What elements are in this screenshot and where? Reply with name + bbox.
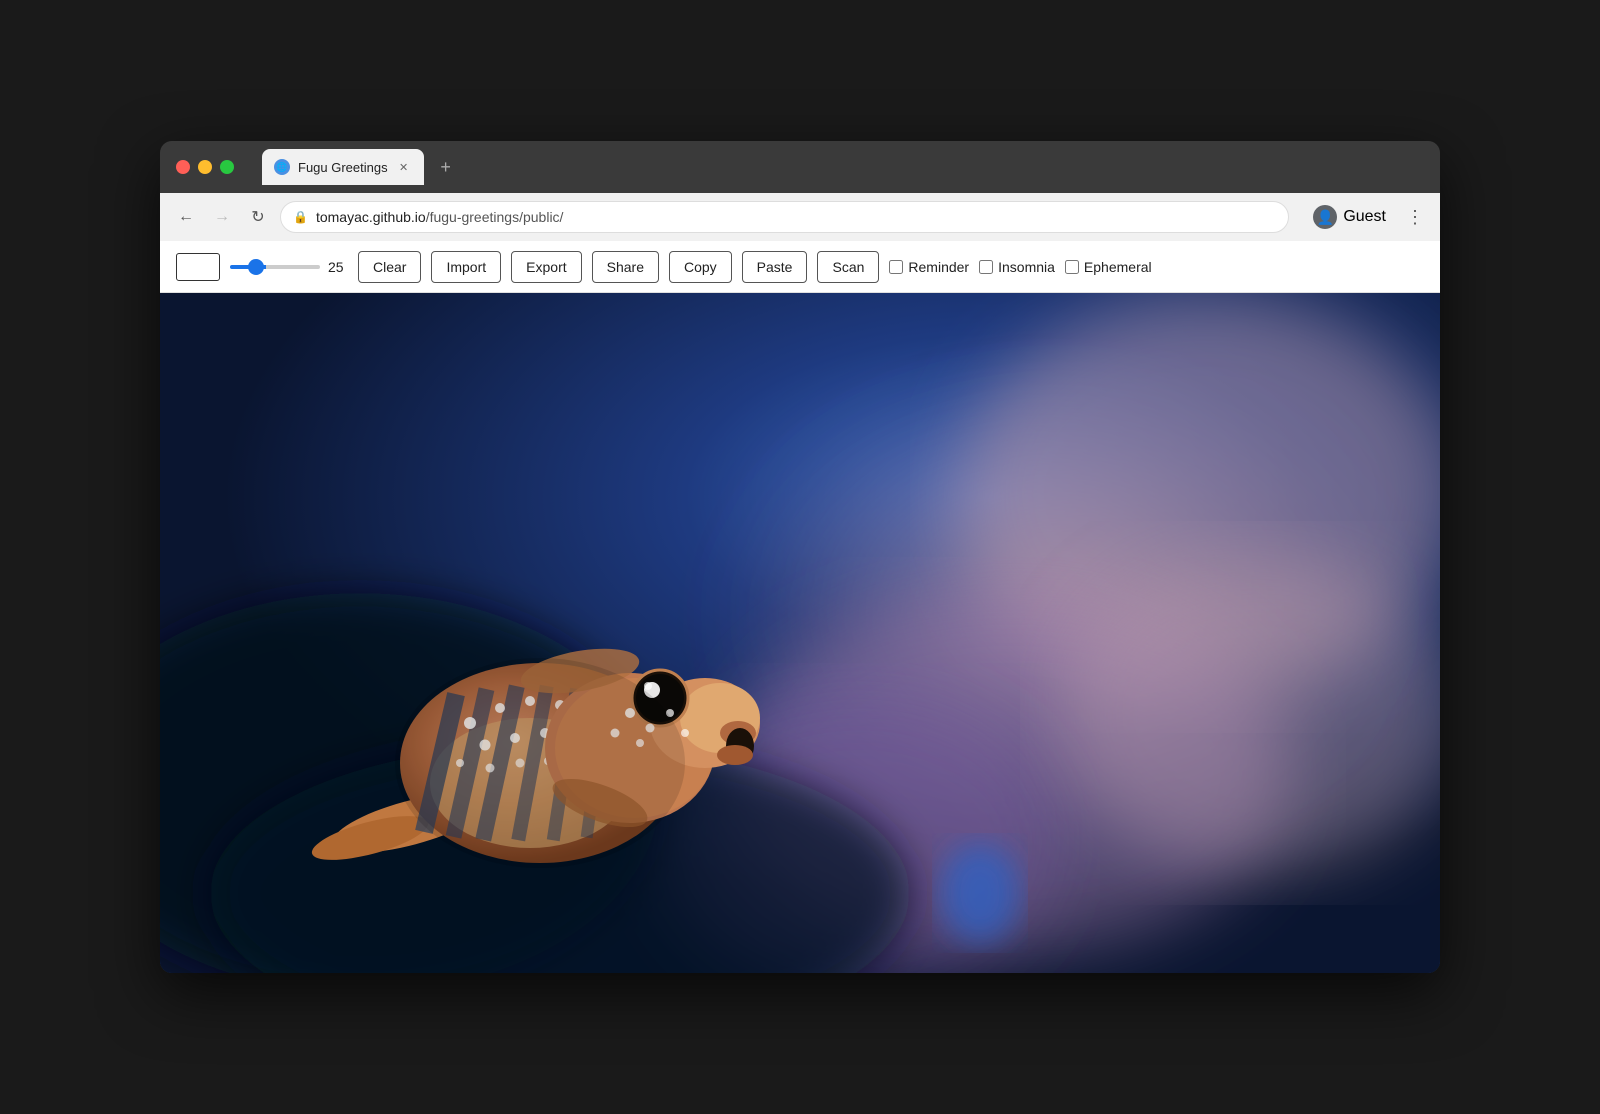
slider-value-display: 25 [328,259,348,275]
close-button[interactable] [176,160,190,174]
new-tab-button[interactable]: + [432,153,460,181]
security-icon: 🔒 [293,210,308,224]
tab-close-button[interactable]: ✕ [396,159,412,175]
maximize-button[interactable] [220,160,234,174]
reminder-checkbox[interactable] [889,260,903,274]
tab-favicon-icon: 🌐 [274,159,290,175]
back-button[interactable]: ← [172,203,200,231]
insomnia-checkbox[interactable] [979,260,993,274]
insomnia-label: Insomnia [998,259,1055,275]
ephemeral-checkbox[interactable] [1065,260,1079,274]
clear-button[interactable]: Clear [358,251,421,283]
forward-button[interactable]: → [208,203,236,231]
minimize-button[interactable] [198,160,212,174]
ephemeral-checkbox-label[interactable]: Ephemeral [1065,259,1152,275]
ephemeral-label: Ephemeral [1084,259,1152,275]
url-display: tomayac.github.io/fugu-greetings/public/ [316,209,1276,225]
fish-svg [160,293,1440,973]
insomnia-checkbox-label[interactable]: Insomnia [979,259,1055,275]
profile-avatar-icon: 👤 [1313,205,1337,229]
profile-label: Guest [1343,208,1386,226]
color-swatch[interactable] [176,253,220,281]
paste-button[interactable]: Paste [742,251,808,283]
copy-button[interactable]: Copy [669,251,732,283]
nav-right-controls: 👤 Guest ⋮ [1305,201,1428,233]
nav-bar: ← → ↻ 🔒 tomayac.github.io/fugu-greetings… [160,193,1440,241]
browser-window: 🌐 Fugu Greetings ✕ + ← → ↻ 🔒 tomayac.git… [160,141,1440,973]
reload-button[interactable]: ↻ [244,203,272,231]
scan-button[interactable]: Scan [817,251,879,283]
address-bar[interactable]: 🔒 tomayac.github.io/fugu-greetings/publi… [280,201,1289,233]
url-base: tomayac.github.io [316,209,426,225]
share-button[interactable]: Share [592,251,659,283]
canvas-area[interactable] [160,293,1440,973]
url-path: /fugu-greetings/public/ [426,209,564,225]
import-button[interactable]: Import [431,251,501,283]
tab-title: Fugu Greetings [298,160,388,175]
title-bar: 🌐 Fugu Greetings ✕ + [160,141,1440,193]
size-slider[interactable] [230,265,320,269]
reminder-label: Reminder [908,259,969,275]
app-toolbar: 25 Clear Import Export Share Copy Paste … [160,241,1440,293]
traffic-lights [176,160,234,174]
reminder-checkbox-label[interactable]: Reminder [889,259,969,275]
active-tab[interactable]: 🌐 Fugu Greetings ✕ [262,149,424,185]
size-slider-container: 25 [230,259,348,275]
tab-bar: 🌐 Fugu Greetings ✕ + [262,141,1424,193]
profile-button[interactable]: 👤 Guest [1305,201,1394,233]
export-button[interactable]: Export [511,251,581,283]
browser-menu-button[interactable]: ⋮ [1402,203,1428,232]
fish-scene [160,293,1440,973]
